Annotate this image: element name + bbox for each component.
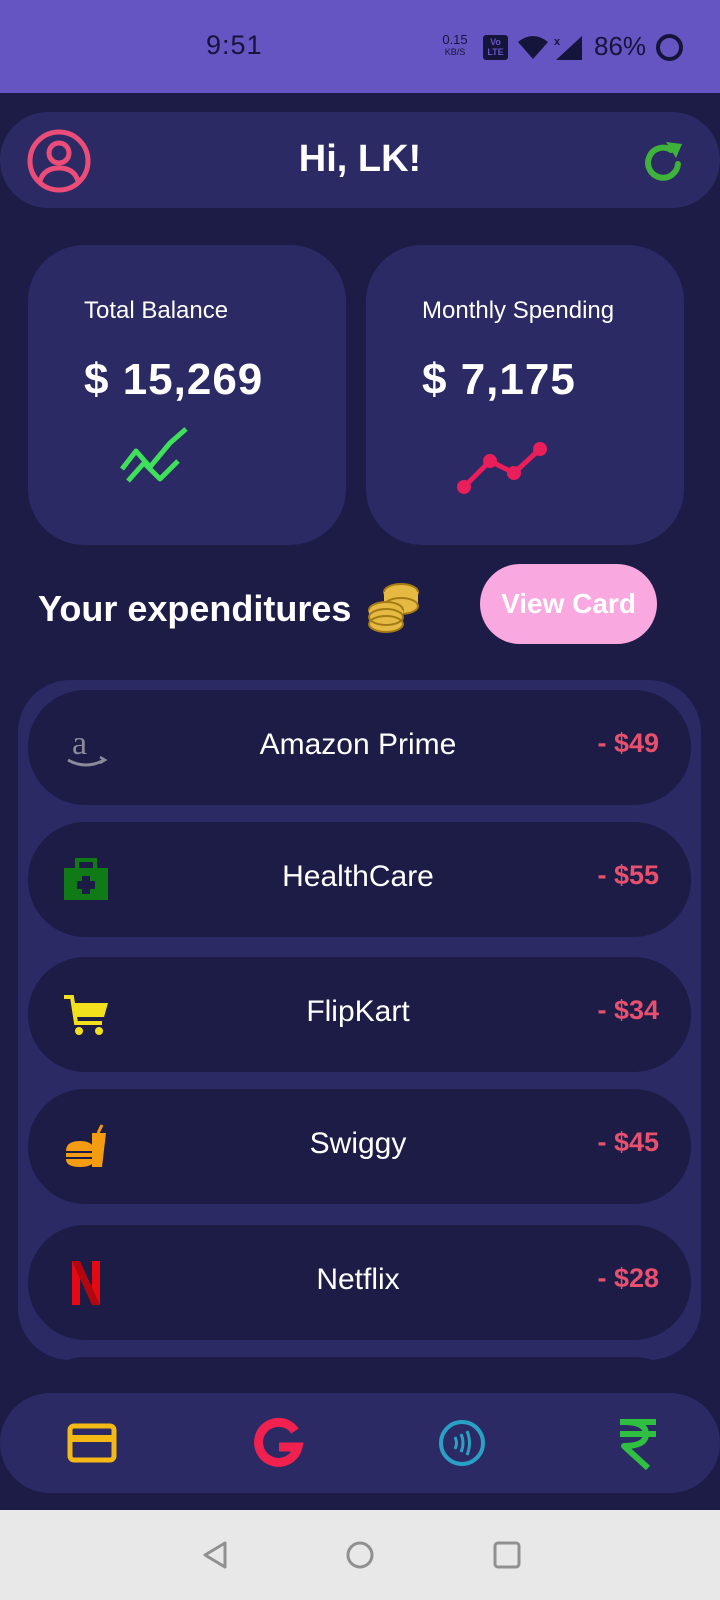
expense-name: Netflix [316,1263,400,1296]
total-balance-amount: $ 15,269 [84,355,264,404]
list-item[interactable]: Netflix - $28 [28,1225,691,1340]
monthly-spending-label: Monthly Spending [422,297,615,324]
greeting-title: Hi, LK! [298,138,422,180]
system-nav-bar [0,1510,720,1600]
list-item[interactable]: HealthCare - $55 [28,822,691,937]
app-header: Hi, LK! [0,112,720,208]
expense-name: FlipKart [306,995,410,1028]
contactless-icon[interactable] [430,1411,494,1475]
amazon-icon: a [56,718,116,778]
netflix-icon [56,1253,116,1313]
expense-name: HealthCare [282,860,434,893]
status-bar: 9:51 0.15 KB/S Vo LTE x 86% [0,0,720,93]
list-item[interactable]: a Amazon Prime - $49 [28,690,691,805]
volte-icon: Vo LTE [483,35,508,60]
monthly-spending-card[interactable]: Monthly Spending $ 7,175 [366,245,684,545]
network-speed: 0.15 KB/S [438,32,472,58]
expense-name: Swiggy [309,1127,407,1160]
monthly-spending-amount: $ 7,175 [422,355,576,404]
view-card-button[interactable]: View Card [480,564,657,644]
total-balance-label: Total Balance [84,297,229,324]
trending-up-icon [120,427,188,483]
expenditures-title: Your expenditures [38,588,352,629]
signal-icon: x [554,36,582,60]
shopping-cart-icon [56,985,116,1045]
svg-text:a: a [72,726,87,762]
battery-icon [656,34,683,61]
credit-card-icon[interactable] [60,1411,124,1475]
line-chart-icon [457,442,547,494]
status-time: 9:51 [206,30,263,60]
expense-amount: - $34 [597,995,659,1025]
refresh-icon[interactable] [638,138,688,188]
net-speed-value: 0.15 [442,32,468,47]
bottom-nav [0,1393,720,1493]
svg-text:x: x [554,36,561,48]
back-icon[interactable] [200,1540,230,1570]
total-balance-card[interactable]: Total Balance $ 15,269 [28,245,346,545]
net-speed-unit: KB/S [444,47,466,57]
food-icon [56,1117,116,1177]
battery-percent: 86% [594,31,647,61]
list-item[interactable]: Swiggy - $45 [28,1089,691,1204]
expense-amount: - $28 [597,1263,659,1293]
medical-kit-icon [56,850,116,910]
coins-icon [368,583,419,633]
google-icon[interactable] [246,1411,310,1475]
expense-amount: - $45 [597,1127,659,1157]
expense-amount: - $55 [597,860,659,890]
rupee-icon[interactable] [606,1411,670,1475]
wifi-icon [518,36,548,59]
expenditures-list[interactable]: a Amazon Prime - $49 HealthCare - $55 Fl… [18,680,701,1360]
expense-amount: - $49 [597,728,659,758]
home-icon[interactable] [345,1540,375,1570]
recents-icon[interactable] [492,1540,522,1570]
list-item[interactable]: FlipKart - $34 [28,957,691,1072]
expense-name: Amazon Prime [259,728,457,761]
list-item[interactable] [28,1357,691,1360]
